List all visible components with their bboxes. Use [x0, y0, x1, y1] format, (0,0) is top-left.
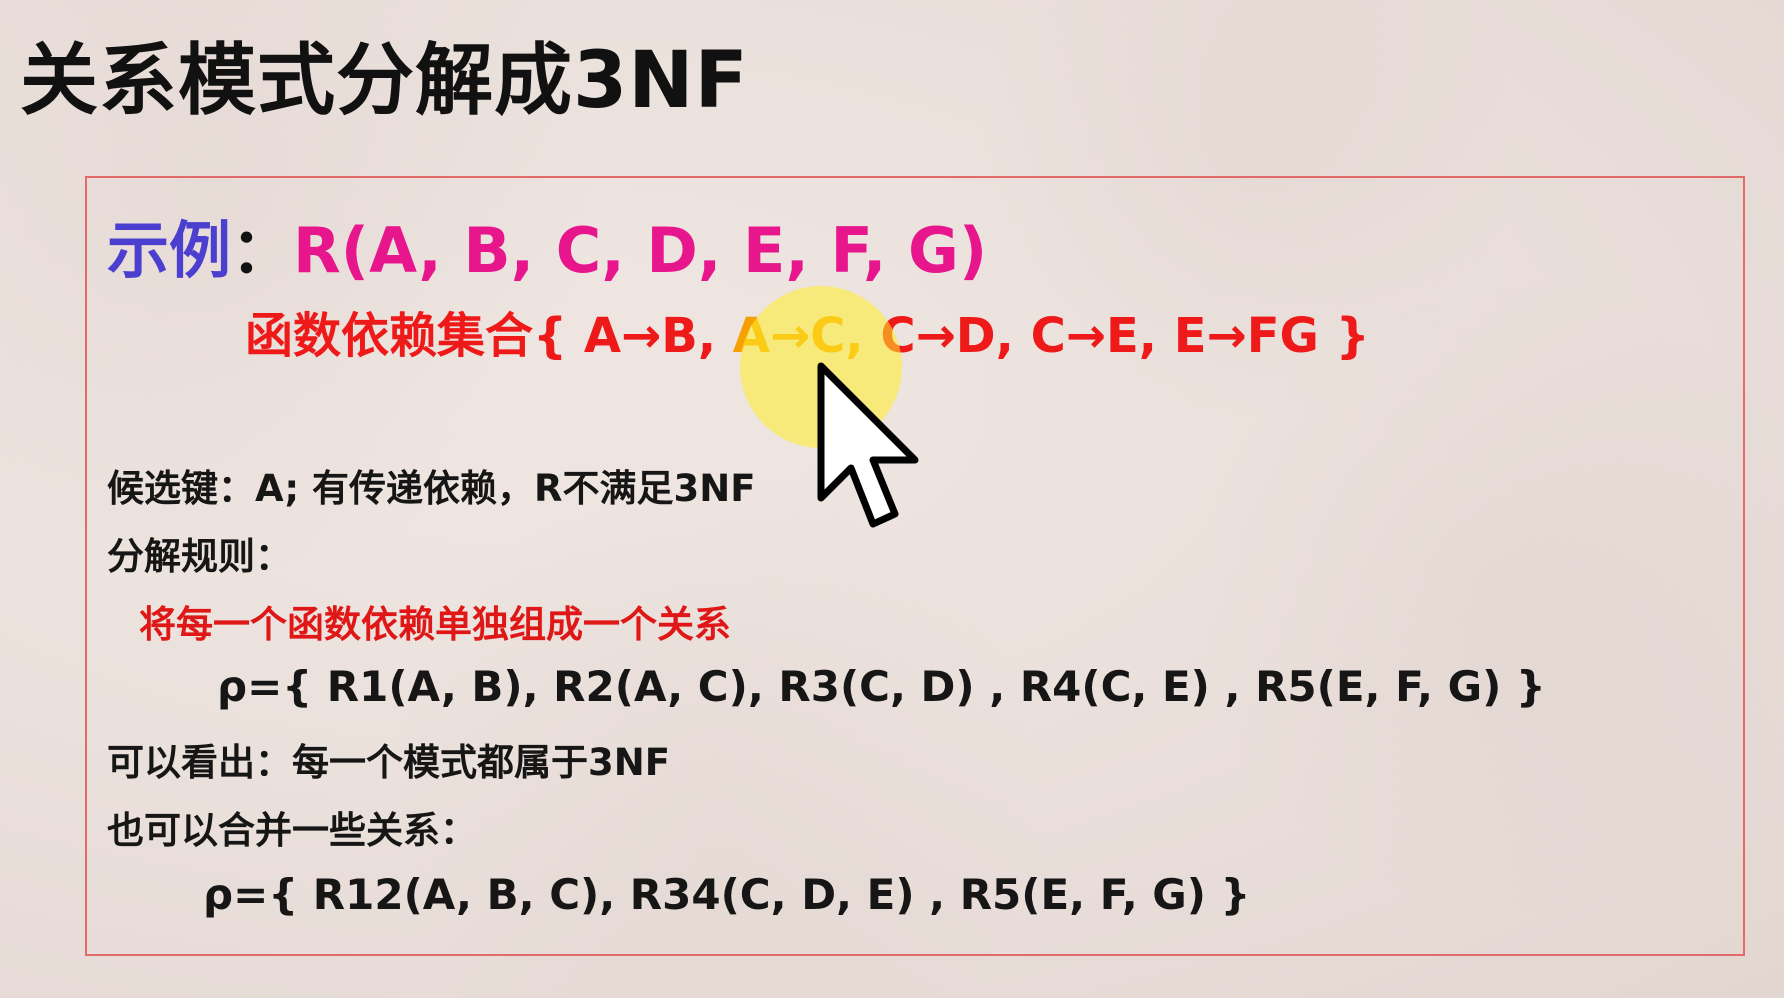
- decomposition-2: ρ={ R12(A, B, C), R34(C, D, E) , R5(E, F…: [203, 870, 1251, 919]
- example-label: 示例: [107, 214, 232, 287]
- relation-schema: R(A, B, C, D, E, F, G): [293, 214, 988, 287]
- candidate-key-line: 候选键：A; 有传递依赖，R不满足3NF: [107, 467, 756, 510]
- conclusion-line: 可以看出：每一个模式都属于3NF: [107, 741, 670, 784]
- rule-label: 分解规则：: [107, 535, 292, 578]
- example-separator: ：: [231, 214, 294, 287]
- merge-label: 也可以合并一些关系：: [107, 809, 477, 852]
- content-box: 示例：R(A, B, C, D, E, F, G) 函数依赖集合{ A→B, A…: [85, 176, 1745, 956]
- mouse-pointer-icon: [817, 362, 919, 528]
- dependency-prefix: 函数依赖集合{ A→B,: [245, 308, 733, 364]
- decomposition-1: ρ={ R1(A, B), R2(A, C), R3(C, D) , R4(C,…: [217, 662, 1546, 711]
- rule-text: 将每一个函数依赖单独组成一个关系: [139, 603, 731, 646]
- example-line: 示例：R(A, B, C, D, E, F, G): [107, 200, 987, 290]
- slide-title: 关系模式分解成3NF: [20, 36, 749, 126]
- dependency-suffix: C→D, C→E, E→FG }: [863, 308, 1370, 364]
